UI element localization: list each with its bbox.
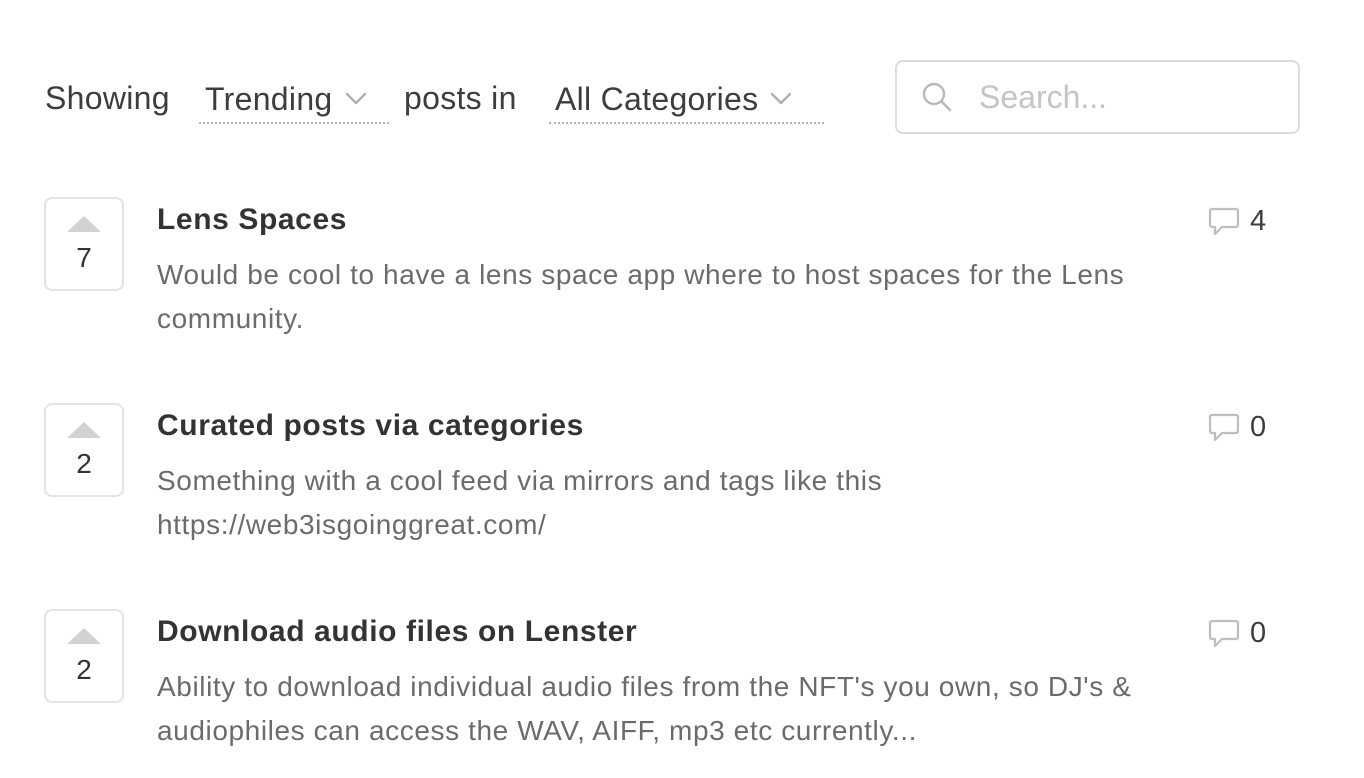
- chevron-down-icon: [345, 92, 367, 106]
- comment-count: 4: [1250, 205, 1267, 237]
- comment-count-link[interactable]: 4: [1208, 203, 1266, 239]
- posts-in-label: posts in: [404, 80, 517, 116]
- chevron-down-icon: [770, 92, 792, 106]
- filter-bar: Showing Trending posts in All Categories: [45, 60, 1300, 134]
- comment-count: 0: [1250, 617, 1267, 649]
- upvote-button[interactable]: 2: [44, 609, 124, 703]
- post-body: Would be cool to have a lens space app w…: [157, 259, 1125, 334]
- sort-select[interactable]: Trending: [199, 76, 389, 124]
- vote-count: 2: [76, 654, 92, 685]
- upvote-button[interactable]: 2: [44, 403, 124, 497]
- comment-bubble-icon: [1208, 205, 1240, 237]
- comment-bubble-icon: [1208, 617, 1240, 649]
- sort-select-value: Trending: [205, 81, 333, 117]
- category-select[interactable]: All Categories: [549, 76, 824, 124]
- showing-label: Showing: [45, 80, 170, 116]
- post-item: 2 Curated posts via categories Something…: [44, 403, 1274, 563]
- feedback-board: Showing Trending posts in All Categories: [0, 0, 1364, 778]
- search-box[interactable]: [895, 60, 1300, 134]
- post-item: 2 Download audio files on Lenster Abilit…: [44, 609, 1274, 769]
- post-body: Something with a cool feed via mirrors a…: [157, 465, 883, 540]
- comment-count-link[interactable]: 0: [1208, 615, 1266, 651]
- comment-bubble-icon: [1208, 411, 1240, 443]
- upvote-triangle-icon: [66, 215, 102, 233]
- post-title[interactable]: Download audio files on Lenster: [157, 613, 637, 651]
- post-title[interactable]: Curated posts via categories: [157, 407, 584, 445]
- search-input[interactable]: [979, 78, 1279, 116]
- comment-count: 0: [1250, 411, 1267, 443]
- vote-count: 2: [76, 448, 92, 479]
- upvote-triangle-icon: [66, 421, 102, 439]
- vote-count: 7: [76, 242, 92, 273]
- upvote-triangle-icon: [66, 627, 102, 645]
- upvote-button[interactable]: 7: [44, 197, 124, 291]
- post-item: 7 Lens Spaces Would be cool to have a le…: [44, 197, 1274, 357]
- search-icon: [921, 81, 953, 113]
- category-select-value: All Categories: [555, 81, 759, 117]
- post-title[interactable]: Lens Spaces: [157, 201, 347, 239]
- comment-count-link[interactable]: 0: [1208, 409, 1266, 445]
- post-body: Ability to download individual audio fil…: [157, 671, 1132, 746]
